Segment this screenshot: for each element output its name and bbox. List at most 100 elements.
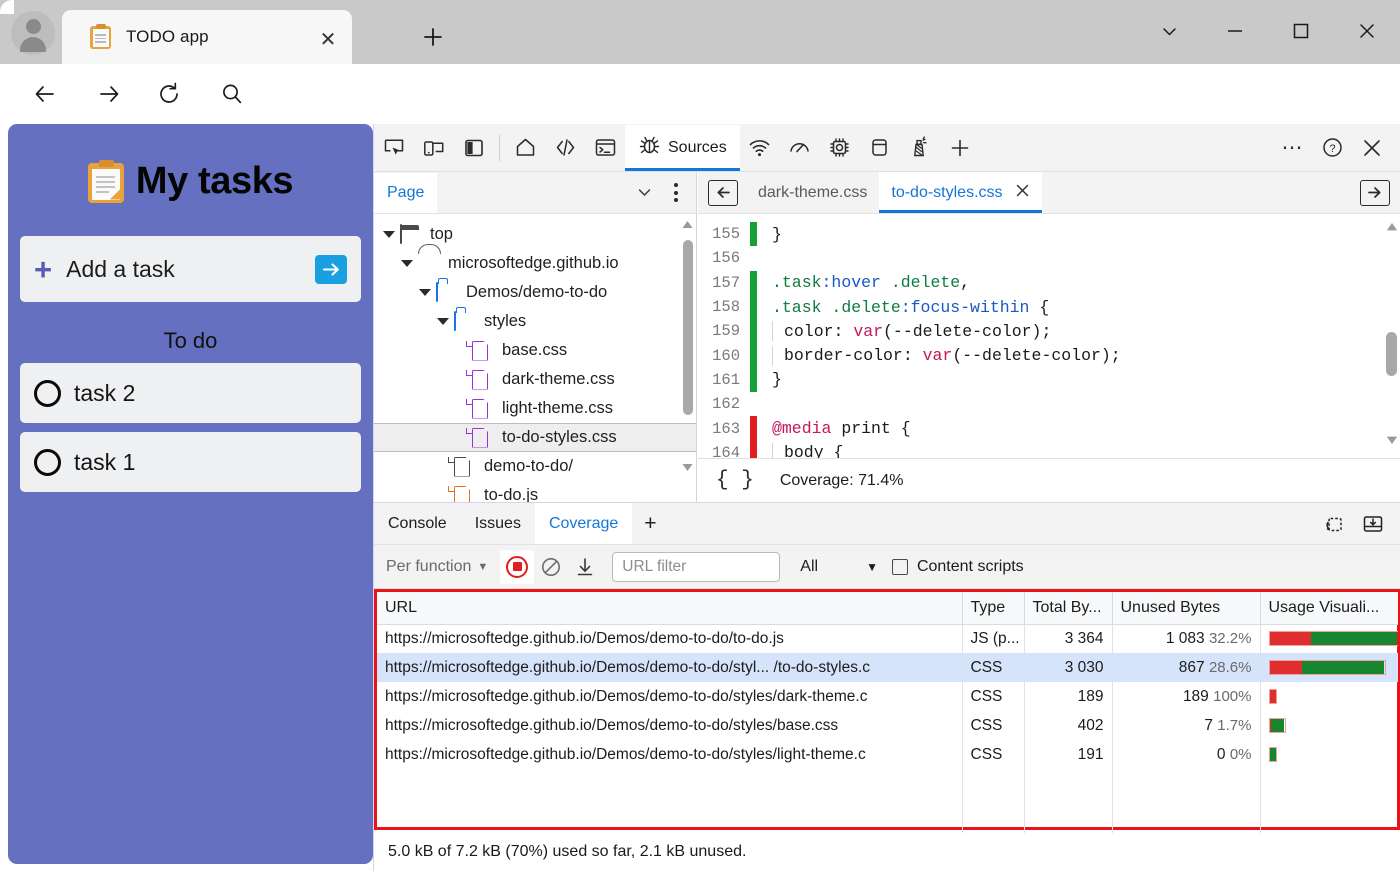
column-header-total-bytes[interactable]: Total By... [1024, 592, 1112, 624]
more-vertical-icon[interactable] [662, 178, 690, 208]
browser-tab[interactable]: TODO app ✕ [62, 10, 352, 64]
css-file-icon [472, 341, 494, 361]
reload-icon[interactable] [152, 77, 186, 111]
scroll-up-icon[interactable] [1385, 220, 1399, 239]
tab-coverage[interactable]: Coverage [535, 503, 632, 544]
new-tab-button[interactable] [414, 20, 452, 54]
navigator-toggle-icon[interactable] [708, 180, 738, 206]
network-icon[interactable] [740, 125, 780, 171]
device-emulation-icon[interactable] [414, 125, 454, 171]
tree-node-folder[interactable]: styles [374, 307, 696, 336]
code-editor[interactable]: 155 } 156 157 .task:hover .delete, [698, 214, 1400, 458]
submit-task-button[interactable] [315, 255, 347, 284]
back-icon[interactable] [28, 77, 62, 111]
tab-console[interactable]: Console [374, 503, 461, 544]
tree-node-folder[interactable]: Demos/demo-to-do [374, 278, 696, 307]
inspect-element-icon[interactable] [374, 125, 414, 171]
performance-icon[interactable] [780, 125, 820, 171]
minimize-icon[interactable] [1202, 0, 1268, 62]
table-row[interactable]: https://microsoftedge.github.io/Demos/de… [377, 711, 1398, 740]
task-item[interactable]: task 1 [20, 432, 361, 492]
clipboard-icon [88, 161, 124, 203]
application-icon[interactable] [860, 125, 900, 171]
column-header-url[interactable]: URL [377, 592, 962, 624]
chevron-down-icon[interactable]: ▼ [866, 560, 878, 574]
cell-url: https://microsoftedge.github.io/Demos/de… [377, 653, 962, 682]
tree-node-file[interactable]: demo-to-do/ [374, 452, 696, 481]
scroll-down-icon[interactable] [681, 461, 694, 474]
cell-unused-bytes: 7 1.7% [1112, 711, 1260, 740]
tree-node-file-selected[interactable]: to-do-styles.css [374, 423, 696, 452]
tree-node-file[interactable]: to-do.js [374, 481, 696, 502]
add-drawer-tab-icon[interactable]: + [632, 506, 668, 542]
maximize-icon[interactable] [1268, 0, 1334, 62]
tree-node-file[interactable]: light-theme.css [374, 394, 696, 423]
navigator-scrollbar[interactable] [681, 218, 694, 474]
forward-icon[interactable] [92, 77, 126, 111]
type-filter-value[interactable]: All [800, 558, 818, 576]
table-row[interactable]: https://microsoftedge.github.io/Demos/de… [377, 740, 1398, 769]
task-checkbox[interactable] [34, 380, 61, 407]
dock-sidebar-icon[interactable] [1360, 180, 1390, 206]
add-task-input[interactable]: + Add a task [20, 236, 361, 302]
table-row[interactable]: https://microsoftedge.github.io/Demos/de… [377, 682, 1398, 711]
devtools-overflow-icon[interactable]: ⋯ [1272, 125, 1312, 171]
expand-triangle-icon[interactable] [418, 286, 432, 300]
expand-triangle-icon[interactable] [382, 228, 396, 242]
expand-triangle-icon[interactable] [436, 315, 450, 329]
checkbox-icon[interactable] [892, 559, 908, 575]
column-header-unused-bytes[interactable]: Unused Bytes [1112, 592, 1260, 624]
column-header-type[interactable]: Type [962, 592, 1024, 624]
help-icon[interactable]: ? [1312, 125, 1352, 171]
scrollbar-thumb[interactable] [1386, 332, 1397, 376]
close-icon[interactable] [1015, 183, 1030, 203]
profile-button[interactable] [10, 10, 56, 56]
editor-tab-to-do-styles[interactable]: to-do-styles.css [879, 172, 1041, 213]
search-icon[interactable] [215, 77, 249, 111]
folder-icon [436, 283, 458, 303]
content-scripts-checkbox[interactable]: Content scripts [892, 558, 1024, 576]
dock-bottom-icon[interactable] [1356, 508, 1390, 540]
welcome-home-icon[interactable] [505, 125, 545, 171]
lighthouse-icon[interactable] [900, 125, 940, 171]
line-number: 156 [698, 249, 750, 267]
reload-download-icon[interactable] [568, 550, 602, 584]
dock-side-icon[interactable] [454, 125, 494, 171]
memory-icon[interactable] [820, 125, 860, 171]
tab-sources[interactable]: Sources [625, 125, 740, 171]
tree-node-file[interactable]: base.css [374, 336, 696, 365]
cell-type: CSS [962, 711, 1024, 740]
editor-tab-dark-theme[interactable]: dark-theme.css [746, 172, 879, 213]
format-braces-icon[interactable]: { } [716, 469, 754, 492]
url-filter-input[interactable]: URL filter [612, 552, 780, 582]
tab-issues[interactable]: Issues [461, 503, 535, 544]
scroll-up-icon[interactable] [681, 218, 694, 231]
window-close-icon[interactable] [1334, 0, 1400, 62]
tree-node-domain[interactable]: microsoftedge.github.io [374, 249, 696, 278]
devtools-close-icon[interactable] [1352, 125, 1392, 171]
elements-icon[interactable] [545, 125, 585, 171]
task-checkbox[interactable] [34, 449, 61, 476]
clear-icon[interactable] [534, 550, 568, 584]
console-icon[interactable] [585, 125, 625, 171]
column-header-usage-visualization[interactable]: Usage Visuali... [1260, 592, 1398, 624]
table-row[interactable]: https://microsoftedge.github.io/Demos/de… [377, 653, 1398, 682]
editor-scrollbar[interactable] [1384, 220, 1398, 452]
expand-triangle-icon[interactable] [400, 257, 414, 271]
tab-page[interactable]: Page [374, 173, 437, 213]
scrollbar-thumb[interactable] [683, 240, 693, 415]
cell-type: CSS [962, 740, 1024, 769]
scroll-down-icon[interactable] [1385, 433, 1399, 452]
chevron-down-icon[interactable] [628, 178, 660, 208]
tab-actions-chevron-icon[interactable] [1136, 0, 1202, 62]
record-button[interactable] [500, 550, 534, 584]
devtools-settings-icon[interactable] [1316, 508, 1350, 540]
add-panel-icon[interactable] [940, 125, 980, 171]
table-row[interactable]: https://microsoftedge.github.io/Demos/de… [377, 624, 1398, 653]
code-line [698, 214, 1400, 222]
plus-icon: + [34, 254, 52, 285]
tree-node-file[interactable]: dark-theme.css [374, 365, 696, 394]
coverage-mode-select[interactable]: Per function ▼ [386, 558, 488, 576]
task-item[interactable]: task 2 [20, 363, 361, 423]
close-icon[interactable]: ✕ [314, 26, 342, 54]
